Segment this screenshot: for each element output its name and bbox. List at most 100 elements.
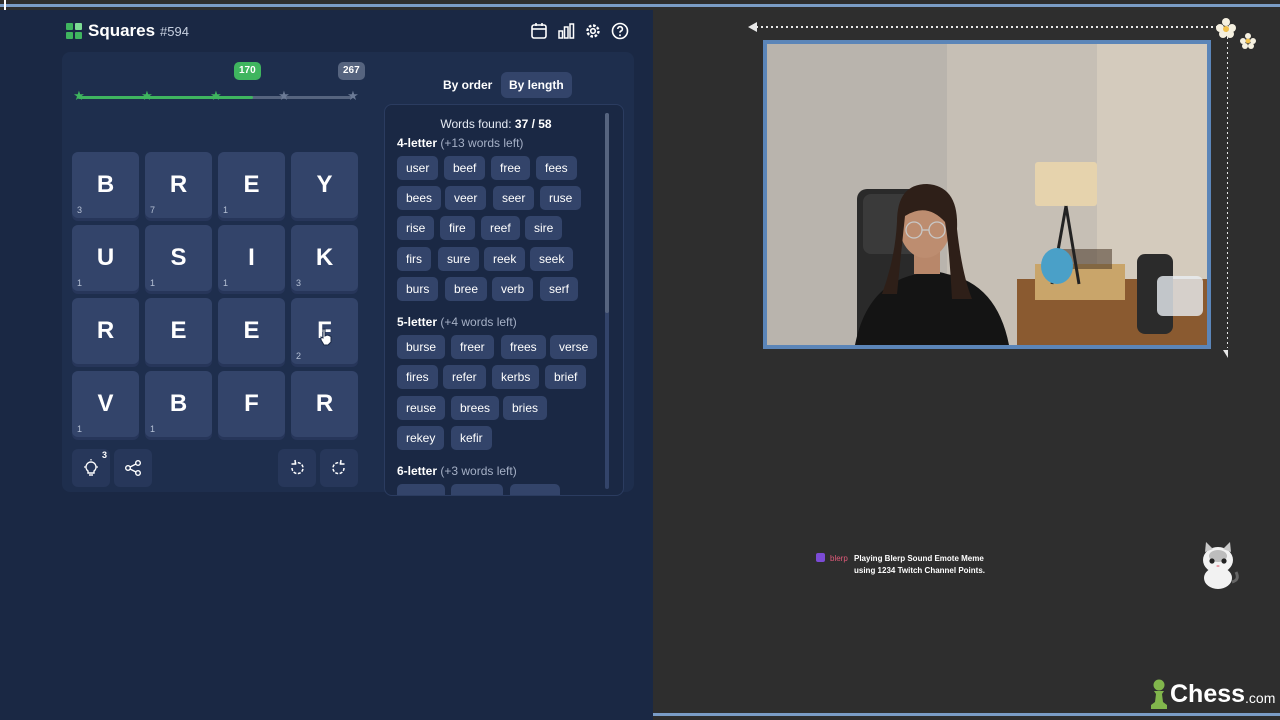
alert-line-2: using 1234 Twitch Channel Points. [854, 566, 985, 575]
letter-tile[interactable]: V1 [72, 371, 139, 437]
letter-tile[interactable]: B3 [72, 152, 139, 218]
stats-icon[interactable] [555, 20, 577, 42]
tile-letter: R [169, 171, 188, 198]
tile-letter: V [97, 390, 114, 417]
word-chip[interactable]: kefir [451, 426, 492, 450]
rotate-left-icon [291, 459, 304, 475]
letter-tile[interactable]: K3 [291, 225, 358, 291]
word-chip[interactable]: reef [481, 216, 520, 240]
word-chip[interactable]: reuse [397, 396, 446, 420]
hand-cursor-icon [320, 328, 332, 346]
word-chip[interactable]: kerbs [492, 365, 540, 389]
calendar-icon[interactable] [528, 20, 550, 42]
letter-tile[interactable]: R [291, 371, 358, 437]
word-chip-partial[interactable] [510, 484, 560, 495]
word-chip[interactable]: burse [397, 335, 446, 359]
word-chip[interactable]: fees [536, 156, 577, 180]
tile-letter: Y [316, 171, 333, 198]
word-chip[interactable]: fires [397, 365, 438, 389]
letter-tile[interactable]: B1 [145, 371, 212, 437]
overlay-bottom-border [653, 713, 1280, 716]
tile-letter: E [243, 171, 260, 198]
words-found-label: Words found: [440, 117, 512, 131]
tile-count: 1 [150, 278, 156, 288]
tile-letter: B [169, 390, 188, 417]
hint-button[interactable]: 3 [72, 449, 110, 487]
word-chip[interactable]: free [491, 156, 530, 180]
word-chip[interactable]: brief [545, 365, 587, 389]
brand-name: Chess [1170, 679, 1246, 708]
progress-star-icon: ★ [73, 89, 85, 104]
word-chip[interactable]: rekey [397, 426, 445, 450]
word-chip[interactable]: sure [438, 247, 480, 271]
rotate-left-button[interactable] [278, 449, 316, 487]
found-words-panel: Words found: 37 / 58 4-letter (+13 words… [384, 104, 624, 496]
hint-count-badge: 3 [101, 450, 107, 460]
word-chip[interactable]: bries [503, 396, 548, 420]
word-chip[interactable]: fire [440, 216, 475, 240]
word-chip[interactable]: ruse [540, 186, 582, 210]
word-chip[interactable]: bree [445, 277, 488, 301]
group-words-left: (+3 words left) [440, 464, 517, 478]
word-chip[interactable]: firs [397, 247, 431, 271]
word-chip[interactable]: serf [540, 277, 579, 301]
word-chip[interactable]: refer [443, 365, 486, 389]
group-title-5-letter: 5-letter (+4 words left) [397, 315, 517, 329]
tile-letter: U [96, 244, 115, 271]
words-found-counter: Words found: 37 / 58 [385, 117, 607, 131]
letter-tile[interactable]: Y [291, 152, 358, 218]
word-chip[interactable]: freer [451, 335, 494, 359]
word-chip[interactable]: beef [444, 156, 486, 180]
letter-tile[interactable]: S1 [145, 225, 212, 291]
word-chip[interactable]: verse [550, 335, 598, 359]
letter-tile[interactable]: U1 [72, 225, 139, 291]
word-chip[interactable]: burs [397, 277, 439, 301]
word-chip[interactable]: user [397, 156, 439, 180]
word-chip-partial[interactable] [397, 484, 445, 495]
word-chip[interactable]: brees [451, 396, 500, 420]
tile-count: 7 [150, 205, 156, 215]
tile-letter: K [315, 244, 334, 271]
tab-by-order[interactable]: By order [435, 72, 500, 98]
word-chip[interactable]: rise [397, 216, 435, 240]
tile-count: 3 [296, 278, 302, 288]
progress-fill [78, 96, 254, 99]
progress-star-icon: ★ [347, 89, 359, 104]
tile-count: 2 [296, 351, 302, 361]
word-chip[interactable]: verb [492, 277, 534, 301]
letter-tile[interactable]: I1 [218, 225, 285, 291]
letter-tile[interactable]: F2 [291, 298, 358, 364]
letter-tile[interactable]: E [145, 298, 212, 364]
word-chip[interactable]: veer [445, 186, 487, 210]
letter-tile[interactable]: F [218, 371, 285, 437]
tile-letter: E [170, 317, 187, 344]
tab-by-length[interactable]: By length [501, 72, 572, 98]
tile-letter: E [243, 317, 260, 344]
max-score-badge: 267 [338, 62, 365, 80]
word-chip[interactable]: seek [530, 247, 574, 271]
alert-line-1: Playing Blerp Sound Emote Meme [854, 554, 984, 563]
letter-tile[interactable]: R [72, 298, 139, 364]
lightbulb-icon [84, 459, 98, 476]
help-icon[interactable] [609, 20, 631, 42]
word-chip[interactable]: frees [501, 335, 546, 359]
game-header: Squares #594 [64, 20, 634, 50]
cat-mascot-icon [1203, 542, 1239, 589]
letter-tile[interactable]: E1 [218, 152, 285, 218]
tile-count: 1 [223, 205, 229, 215]
word-chip[interactable]: seer [493, 186, 535, 210]
letter-tile[interactable]: R7 [145, 152, 212, 218]
rotate-right-button[interactable] [320, 449, 358, 487]
settings-icon[interactable] [582, 20, 604, 42]
word-chip[interactable]: sire [525, 216, 563, 240]
share-icon [125, 460, 141, 476]
group-title-4-letter: 4-letter (+13 words left) [397, 136, 523, 150]
letter-tile[interactable]: E [218, 298, 285, 364]
share-button[interactable] [114, 449, 152, 487]
tile-count: 1 [77, 278, 83, 288]
word-chip[interactable]: reek [484, 247, 526, 271]
word-chip[interactable]: bees [397, 186, 442, 210]
current-score-badge: 170 [234, 62, 261, 80]
words-scrollbar-thumb[interactable] [605, 113, 609, 313]
word-chip-partial[interactable] [451, 484, 503, 495]
